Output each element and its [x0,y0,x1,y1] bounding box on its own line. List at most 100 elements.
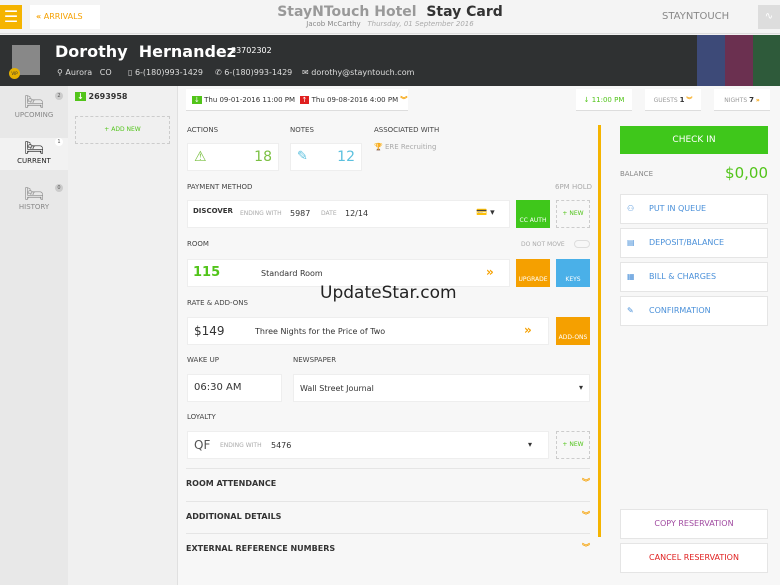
cancel-reservation-button[interactable]: CANCEL RESERVATION [620,543,768,573]
bill-charges-button[interactable]: ▦ BILL & CHARGES [620,262,768,292]
loyalty-ending: 5476 [271,441,292,450]
guest-name[interactable]: Dorothy Hernandez [55,42,236,61]
scroll-indicator[interactable] [598,125,601,537]
rate-card[interactable]: $149 Three Nights for the Price of Two » [187,317,549,345]
payment-method[interactable]: DISCOVER ENDING WITH 5987 DATE 12/14 💳 ▾ [187,200,510,228]
current-date: Thursday, 01 September 2016 [367,20,474,28]
wakeup-label: WAKE UP [187,356,219,364]
cc-auth-button[interactable]: CC AUTH [516,200,550,228]
count-badge: 2 [55,92,63,100]
nights[interactable]: NIGHTS 7 » [714,89,770,111]
stay-dates[interactable]: ↓ Thu 09-01-2016 11:00 PM ↑ Thu 09-08-20… [186,89,408,111]
actions-label: ACTIONS [187,126,219,134]
tab-web[interactable] [725,35,753,86]
reservation-item[interactable]: ↓ 2693958 [75,92,127,101]
rate-name: Three Nights for the Price of Two [255,327,386,336]
label: PUT IN QUEUE [649,204,707,213]
date-label: DATE [321,210,337,217]
addons-label: ADD-ONS [558,334,588,341]
wallet-icon: ▤ [627,238,635,247]
chevron-down-icon: ︾ [582,511,590,520]
count-badge: 0 [55,184,63,192]
phone-number: 6-(180)993-1429 [224,68,293,77]
put-in-queue-button[interactable]: ⚇ PUT IN QUEUE [620,194,768,224]
tab-loyalty[interactable] [753,35,780,86]
confirmation-button[interactable]: ✎ CONFIRMATION [620,296,768,326]
section-external-references[interactable]: EXTERNAL REFERENCE NUMBERS ︾ [186,533,590,561]
copy-reservation-button[interactable]: COPY RESERVATION [620,509,768,539]
notes-label: NOTES [290,126,314,134]
newspaper-select[interactable]: Wall Street Journal ▾ [293,374,590,402]
chevron-down-icon: ︾ [582,543,590,552]
departure-icon: ↑ [299,96,310,104]
guest-id: 33702302 [231,46,272,55]
section-title: EXTERNAL REFERENCE NUMBERS [186,544,336,553]
guests-count: 1 [679,96,685,104]
queue-icon: ⚇ [627,204,635,213]
ending-label: ENDING WITH [220,442,262,449]
section-title: ROOM ATTENDANCE [186,479,277,488]
chevron-down-icon: ︾ [400,96,408,104]
arrival-icon: ↓ [75,92,86,101]
caret-down-icon: ▾ [578,383,583,392]
guests-label: GUESTS [653,97,678,104]
count-badge: 1 [55,138,63,146]
location: ⚲ Aurora CO [57,68,112,77]
hotel-name: StayNTouch Hotel [277,4,417,20]
new-payment-button[interactable]: + NEW [556,200,590,228]
rate-amount: $149 [194,324,225,338]
guests[interactable]: GUESTS 1 ︾ [645,89,701,111]
activity-icon[interactable]: ∿ [758,5,780,29]
hold-label: 6PM HOLD [555,183,593,191]
do-not-move-label: DO NOT MOVE [521,241,565,248]
chevron-right-icon: » [524,323,532,337]
actions-count: 18 [254,149,272,165]
bill-icon: ▦ [627,272,635,281]
check-in-button[interactable]: CHECK IN [620,126,768,154]
card-date: 12/14 [345,209,369,218]
tab-room-prefs[interactable] [697,35,725,86]
reservation-number: 2693958 [88,92,128,101]
section-additional-details[interactable]: ADDITIONAL DETAILS ︾ [186,501,590,529]
associated-label: ASSOCIATED WITH [374,126,440,134]
loyalty-select[interactable]: QF ENDING WITH 5476 ▾ [187,431,549,459]
company-name: ERE Recruiting [384,143,437,151]
label: DEPOSIT/BALANCE [649,238,725,247]
user-name: Jacob McCarthy [306,20,361,28]
notes-button[interactable]: ✎ 12 [290,143,362,171]
mobile-number: 6-(180)993-1429 [134,68,203,77]
first-name: Dorothy [55,42,128,61]
chevron-down-icon: ︾ [582,478,590,487]
section-room-attendance[interactable]: ROOM ATTENDANCE ︾ [186,468,590,496]
arrival-icon: ↓ [192,96,202,104]
keys-label: KEYS [565,276,581,283]
vip-badge: VIP [9,68,20,79]
actions-button[interactable]: ⚠ 18 [187,143,279,171]
label: HISTORY [18,203,50,211]
label: CONFIRMATION [649,306,711,315]
section-title: ADDITIONAL DETAILS [186,512,282,521]
email-address: dorothy@stayntouch.com [311,68,415,77]
departure-date: Thu 09-08-2016 4:00 PM [311,96,399,104]
upgrade-label: UPGRADE [518,276,548,283]
state: CO [99,68,112,77]
chevron-right-icon: » [755,97,760,104]
addons-button[interactable]: ADD-ONS [556,317,590,345]
rate-label: RATE & ADD-ONS [187,299,248,307]
do-not-move-toggle[interactable] [574,240,590,248]
email: ✉ dorothy@stayntouch.com [302,68,415,77]
deposit-balance-button[interactable]: ▤ DEPOSIT/BALANCE [620,228,768,258]
add-new-button[interactable]: + ADD NEW [75,116,170,144]
room-number: 115 [193,265,221,280]
eta[interactable]: ↓ 11:00 PM [576,89,632,111]
associated-company[interactable]: 🏆 ERE Recruiting [374,143,436,151]
keys-button[interactable]: KEYS [556,259,590,287]
upgrade-button[interactable]: UPGRADE [516,259,550,287]
notes-count: 12 [337,149,355,165]
pen-icon: ✎ [627,306,634,315]
label: BILL & CHARGES [649,272,717,281]
wakeup-field[interactable]: 06:30 AM [187,374,282,402]
balance-amount: $0,00 [725,164,768,182]
newspaper-value: Wall Street Journal [300,384,374,393]
new-loyalty-button[interactable]: + NEW [556,431,590,459]
